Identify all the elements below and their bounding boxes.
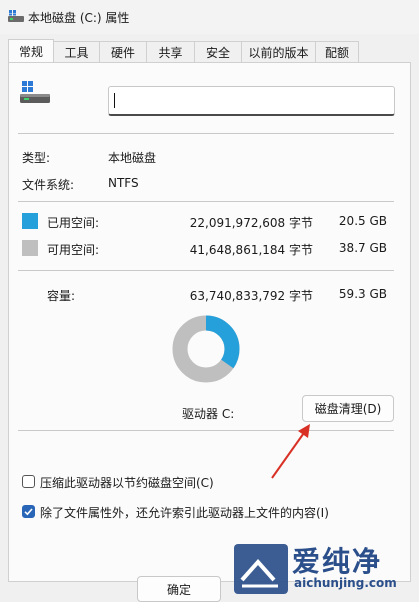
usage-donut-chart (172, 315, 240, 383)
type-value: 本地磁盘 (108, 151, 157, 165)
free-space-bytes: 41,648,861,184 字节 (189, 243, 313, 257)
free-space-swatch (22, 240, 38, 256)
tab-sharing[interactable]: 共享 (146, 41, 195, 62)
index-checkbox[interactable] (22, 505, 35, 518)
divider-top (18, 133, 394, 134)
drive-label: 驱动器 C: (182, 407, 235, 421)
type-label: 类型: (22, 151, 51, 165)
used-space-size: 20.5 GB (338, 214, 387, 228)
used-space-label: 已用空间: (47, 216, 100, 230)
annotation-arrow-icon (271, 424, 310, 479)
checkmark-icon (24, 508, 33, 516)
watermark-url: aichunjing.com (294, 576, 397, 590)
tab-tools[interactable]: 工具 (53, 41, 100, 62)
title-bar: 本地磁盘 (C:) 属性 (0, 0, 419, 34)
tab-quota[interactable]: 配额 (315, 41, 359, 62)
divider-bottom (18, 430, 394, 431)
drive-name-input[interactable] (108, 86, 395, 116)
free-space-size: 38.7 GB (338, 241, 387, 255)
tab-strip: 常规 工具 硬件 共享 安全 以前的版本 配额 (8, 39, 359, 63)
drive-large-icon (20, 81, 50, 103)
free-space-label: 可用空间: (47, 243, 100, 257)
used-space-bytes: 22,091,972,608 字节 (189, 216, 313, 230)
used-space-swatch (22, 213, 38, 229)
ok-button[interactable]: 确定 (137, 576, 221, 602)
tab-security[interactable]: 安全 (194, 41, 242, 62)
capacity-size: 59.3 GB (338, 287, 387, 301)
index-label: 除了文件属性外，还允许索引此驱动器上文件的内容(I) (40, 506, 329, 520)
tab-hardware[interactable]: 硬件 (99, 41, 147, 62)
drive-icon (8, 10, 24, 22)
disk-cleanup-button[interactable]: 磁盘清理(D) (302, 395, 394, 422)
divider-capacity (18, 270, 394, 271)
capacity-label: 容量: (47, 289, 76, 303)
window-title: 本地磁盘 (C:) 属性 (28, 11, 130, 25)
filesystem-label: 文件系统: (22, 178, 75, 192)
filesystem-value: NTFS (108, 176, 139, 190)
capacity-bytes: 63,740,833,792 字节 (189, 289, 313, 303)
watermark-text: 爱纯净 (292, 545, 383, 578)
compress-checkbox[interactable] (22, 475, 35, 488)
text-caret (114, 93, 115, 108)
compress-label: 压缩此驱动器以节约磁盘空间(C) (40, 476, 214, 490)
tab-previous-versions[interactable]: 以前的版本 (241, 41, 316, 62)
divider-mid (18, 201, 394, 202)
tab-general[interactable]: 常规 (8, 39, 54, 62)
